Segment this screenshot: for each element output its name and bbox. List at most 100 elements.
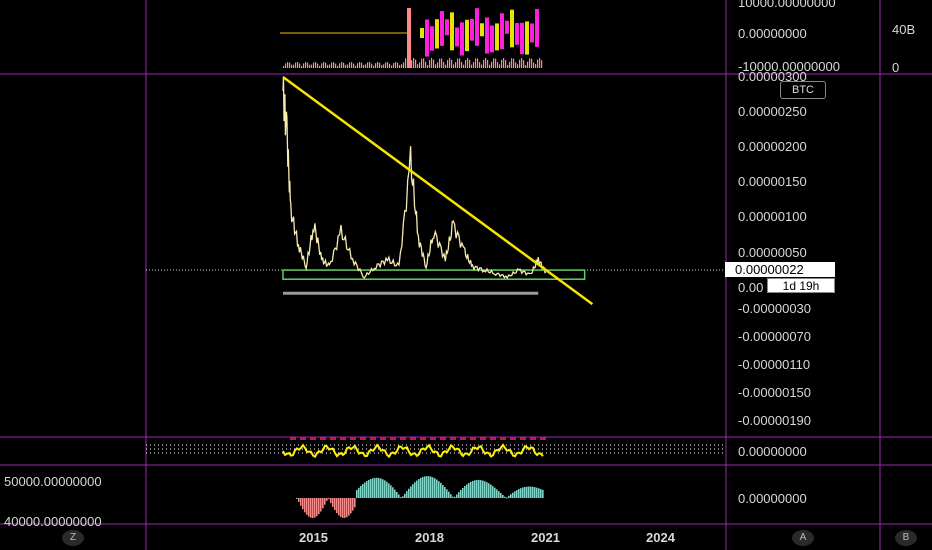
x-tick-2024: 2024 — [646, 530, 675, 545]
volume-bar — [335, 63, 337, 68]
momentum-bar — [400, 497, 402, 499]
volume-bar — [411, 60, 413, 68]
momentum-bar — [424, 476, 426, 498]
osc-top-mark — [330, 437, 336, 440]
volume-bar — [495, 58, 497, 68]
momentum-bar — [518, 489, 520, 498]
momentum-bar — [326, 498, 328, 501]
indicator-bar — [445, 19, 449, 36]
indicator-bar — [485, 17, 489, 54]
momentum-bar — [320, 498, 322, 512]
momentum-bar — [412, 484, 414, 498]
volume-bar — [455, 62, 457, 68]
currency-chip[interactable]: BTC — [780, 81, 826, 99]
indicator-bar — [510, 9, 514, 48]
osc-top-mark — [320, 437, 326, 440]
price-axis-tick: -0.00000190 — [738, 413, 812, 428]
osc-top-mark — [530, 437, 536, 440]
volume-bar — [523, 60, 525, 68]
volume-bar — [403, 62, 405, 68]
momentum-bar — [376, 477, 378, 498]
osc-top-mark — [310, 437, 316, 440]
momentum-bar — [352, 498, 354, 511]
momentum-bar — [416, 480, 418, 498]
volume-scale-label-top: 40B — [892, 22, 916, 37]
volume-bar — [481, 64, 483, 68]
osc-top-mark — [490, 437, 496, 440]
oscillator-pane[interactable] — [146, 437, 726, 459]
osc-top-mark — [410, 437, 416, 440]
momentum-bar — [436, 479, 438, 498]
volume-bar — [311, 64, 313, 68]
osc-top-mark — [510, 437, 516, 440]
momentum-bar — [538, 488, 540, 498]
osc-top-mark — [370, 437, 376, 440]
momentum-bar — [406, 491, 408, 498]
volume-bar — [367, 62, 369, 68]
volume-bar — [347, 64, 349, 68]
momentum-bar — [434, 478, 436, 498]
volume-bar — [459, 58, 461, 68]
momentum-bar — [510, 494, 512, 498]
osc-top-mark — [470, 437, 476, 440]
volume-bar — [539, 58, 541, 68]
volume-bar — [473, 61, 475, 68]
momentum-bar — [382, 479, 384, 498]
momentum-bar — [328, 498, 330, 500]
momentum-bar — [378, 477, 380, 498]
momentum-bar — [308, 498, 310, 517]
momentum-bar — [454, 496, 456, 498]
volume-bar — [537, 59, 539, 68]
indicator-bar — [505, 20, 509, 34]
volume-pane[interactable] — [280, 8, 543, 68]
indicator-bar — [440, 11, 444, 46]
volume-bar — [399, 65, 401, 68]
volume-bar — [505, 60, 507, 68]
momentum-bar — [372, 478, 374, 498]
momentum-bar — [370, 478, 372, 498]
volume-bar — [387, 62, 389, 68]
momentum-bar — [512, 492, 514, 498]
momentum-bar — [360, 485, 362, 498]
momentum-bar — [456, 494, 458, 498]
indicator-bar — [470, 18, 474, 41]
volume-bar — [439, 58, 441, 68]
volume-bar — [517, 64, 519, 68]
volume-bar — [391, 65, 393, 68]
momentum-bar — [408, 488, 410, 498]
momentum-bar — [302, 498, 304, 510]
volume-bar — [467, 58, 469, 68]
volume-bar — [427, 64, 429, 68]
volume-bar — [361, 62, 363, 68]
volume-bar — [377, 62, 379, 68]
osc-top-mark — [480, 437, 486, 440]
volume-bar — [305, 62, 307, 68]
price-pane[interactable] — [282, 75, 594, 306]
momentum-bar — [540, 489, 542, 498]
volume-bar — [417, 64, 419, 68]
volume-bar — [435, 64, 437, 68]
indicator-bar — [525, 21, 529, 55]
volume-bar — [415, 59, 417, 68]
indicator-bar — [475, 8, 479, 46]
momentum-bar — [410, 486, 412, 498]
indicator-bar — [435, 19, 439, 49]
momentum-bar — [482, 480, 484, 498]
osc-top-mark — [300, 437, 306, 440]
momentum-bar — [306, 498, 308, 515]
volume-bar — [519, 59, 521, 68]
momentum-pane[interactable] — [296, 476, 544, 518]
osc-top-mark — [400, 437, 406, 440]
momentum-bar — [480, 480, 482, 498]
momentum-bar — [470, 481, 472, 498]
osc-top-mark — [360, 437, 366, 440]
volume-bar — [319, 65, 321, 68]
volume-bar — [515, 62, 517, 68]
auto-scale-button[interactable]: A — [792, 530, 814, 546]
b-button[interactable]: B — [895, 530, 917, 546]
zoom-button[interactable]: Z — [62, 530, 84, 546]
volume-bar — [525, 65, 527, 68]
mom-left-axis-bottom: 40000.00000000 — [4, 514, 102, 529]
volume-bar — [333, 62, 335, 68]
price-axis-tick: -0.00000070 — [738, 328, 812, 344]
